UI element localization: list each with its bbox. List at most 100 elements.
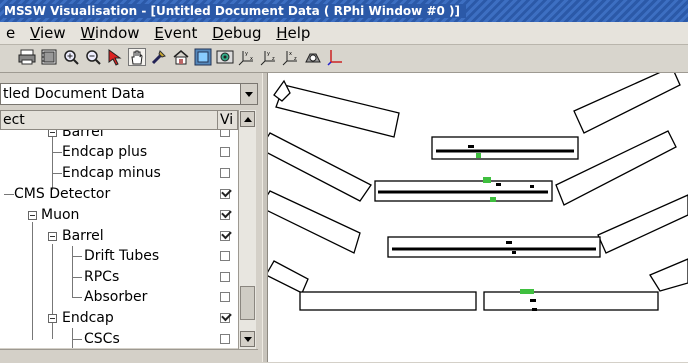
track-segment [512,251,516,254]
axes-icon[interactable] [326,48,344,66]
window-title: MSSW Visualisation - [Untitled Document … [4,4,466,18]
snapshot-icon[interactable] [304,48,322,66]
zoom-out-icon[interactable] [84,48,102,66]
menu-item-help[interactable]: Help [272,22,314,44]
tree-horizontal-scrollbar[interactable] [0,349,258,363]
chamber-outline [275,84,400,138]
visibility-checkbox[interactable] [220,292,230,302]
tree-row[interactable]: CSCs [0,329,238,348]
menu-item-debug[interactable]: Debug [208,22,265,44]
hit-marker [476,153,481,158]
visibility-checkbox[interactable] [220,272,230,282]
column-header-object[interactable]: ect [3,111,25,129]
tree-row[interactable]: Muon [0,205,238,225]
tree-row-label: CMS Detector [14,186,111,202]
tree-vertical-scrollbar[interactable] [238,110,256,349]
collapse-icon[interactable] [48,232,57,241]
track-segment [532,308,537,311]
menu-item-file[interactable]: e [2,22,19,44]
select-arrow-icon[interactable] [106,48,124,66]
rphi-viewport[interactable] [268,73,688,362]
track-segment [530,299,536,302]
detector-canvas [268,73,688,311]
visibility-checkbox[interactable] [220,313,230,323]
hit-marker [520,289,534,294]
menu-item-view[interactable]: View [26,22,70,44]
hit-marker [490,197,496,202]
visibility-checkbox[interactable] [220,189,230,199]
chamber-outline [268,190,361,254]
document-combo[interactable]: tled Document Data [0,83,258,105]
tree-row-label: Drift Tubes [84,248,160,264]
film-icon[interactable] [40,48,58,66]
track-segment [506,241,512,244]
svg-text:x: x [250,56,253,62]
tree-row[interactable]: Barrel [0,226,238,246]
collapse-icon[interactable] [48,314,57,323]
tree-row-label: Absorber [84,289,148,305]
hand-pan-icon[interactable] [128,48,146,66]
tree-row[interactable]: Absorber [0,287,238,307]
hit-marker [483,177,491,183]
collapse-icon[interactable] [48,130,57,137]
document-combo-value: tled Document Data [3,86,145,102]
chamber-outline [649,258,688,292]
tree-row-label: Muon [41,207,80,223]
camera-view-icon[interactable] [216,48,234,66]
svg-text:x: x [289,51,292,57]
chevron-down-icon[interactable] [240,84,257,104]
chamber-outline [268,260,309,294]
window-title-bar[interactable]: MSSW Visualisation - [Untitled Document … [0,0,688,22]
object-tree: Barrel Endcap plus Endcap minus CMS Dete… [0,130,238,348]
tree-row-label: CSCs [84,331,120,347]
scroll-down-icon[interactable] [240,331,255,347]
column-header-visible[interactable]: Vi [217,111,240,129]
track-segment [530,185,534,188]
scroll-up-icon[interactable] [240,111,255,127]
tree-row-label: Endcap [62,310,114,326]
collapse-icon[interactable] [28,211,37,220]
zoom-in-icon[interactable] [62,48,80,66]
menu-item-window[interactable]: Window [76,22,143,44]
tree-row-label: Barrel [62,130,104,140]
object-browser-panel: tled Document Data ect Vi Barrel Endcap … [0,73,262,363]
visibility-checkbox[interactable] [220,251,230,261]
tree-row-label: RPCs [84,269,120,285]
pick-icon[interactable] [150,48,168,66]
track-segment [496,183,501,186]
tree-row[interactable]: Barrel [0,130,238,142]
visibility-checkbox[interactable] [220,168,230,178]
visibility-checkbox[interactable] [220,231,230,241]
visibility-checkbox[interactable] [220,130,230,137]
axis-yz-icon[interactable]: yz [260,48,278,66]
tree-row[interactable]: Endcap [0,308,238,328]
tree-row[interactable]: Drift Tubes [0,246,238,266]
menu-bar: e View Window Event Debug Help [0,22,688,45]
tree-row[interactable]: Endcap plus [0,142,238,162]
tree-header: ect Vi [0,110,238,130]
view-3d-icon[interactable] [194,48,212,66]
tree-row[interactable]: Endcap minus [0,163,238,183]
tree-row-label: Endcap plus [62,144,148,160]
menu-item-event[interactable]: Event [150,22,201,44]
chamber-outline [573,73,681,134]
axis-xz-icon[interactable]: xz [282,48,300,66]
axis-xy-icon[interactable]: yx [238,48,256,66]
tree-row[interactable]: RPCs [0,267,238,287]
chamber-outline [597,194,688,254]
chamber-outline [268,132,372,202]
visibility-checkbox[interactable] [220,147,230,157]
visibility-checkbox[interactable] [220,210,230,220]
svg-text:y: y [245,51,248,57]
svg-text:z: z [272,56,275,62]
print-icon[interactable] [18,48,36,66]
toolbar: yx yz xz [0,45,688,73]
home-icon[interactable] [172,48,190,66]
barrel-chamber [299,291,477,311]
tree-row[interactable]: CMS Detector [0,184,238,204]
scrollbar-thumb[interactable] [240,286,255,320]
track-segment [468,145,474,148]
barrel-chamber [483,291,659,311]
tree-row-label: Endcap minus [62,165,161,181]
visibility-checkbox[interactable] [220,334,230,344]
